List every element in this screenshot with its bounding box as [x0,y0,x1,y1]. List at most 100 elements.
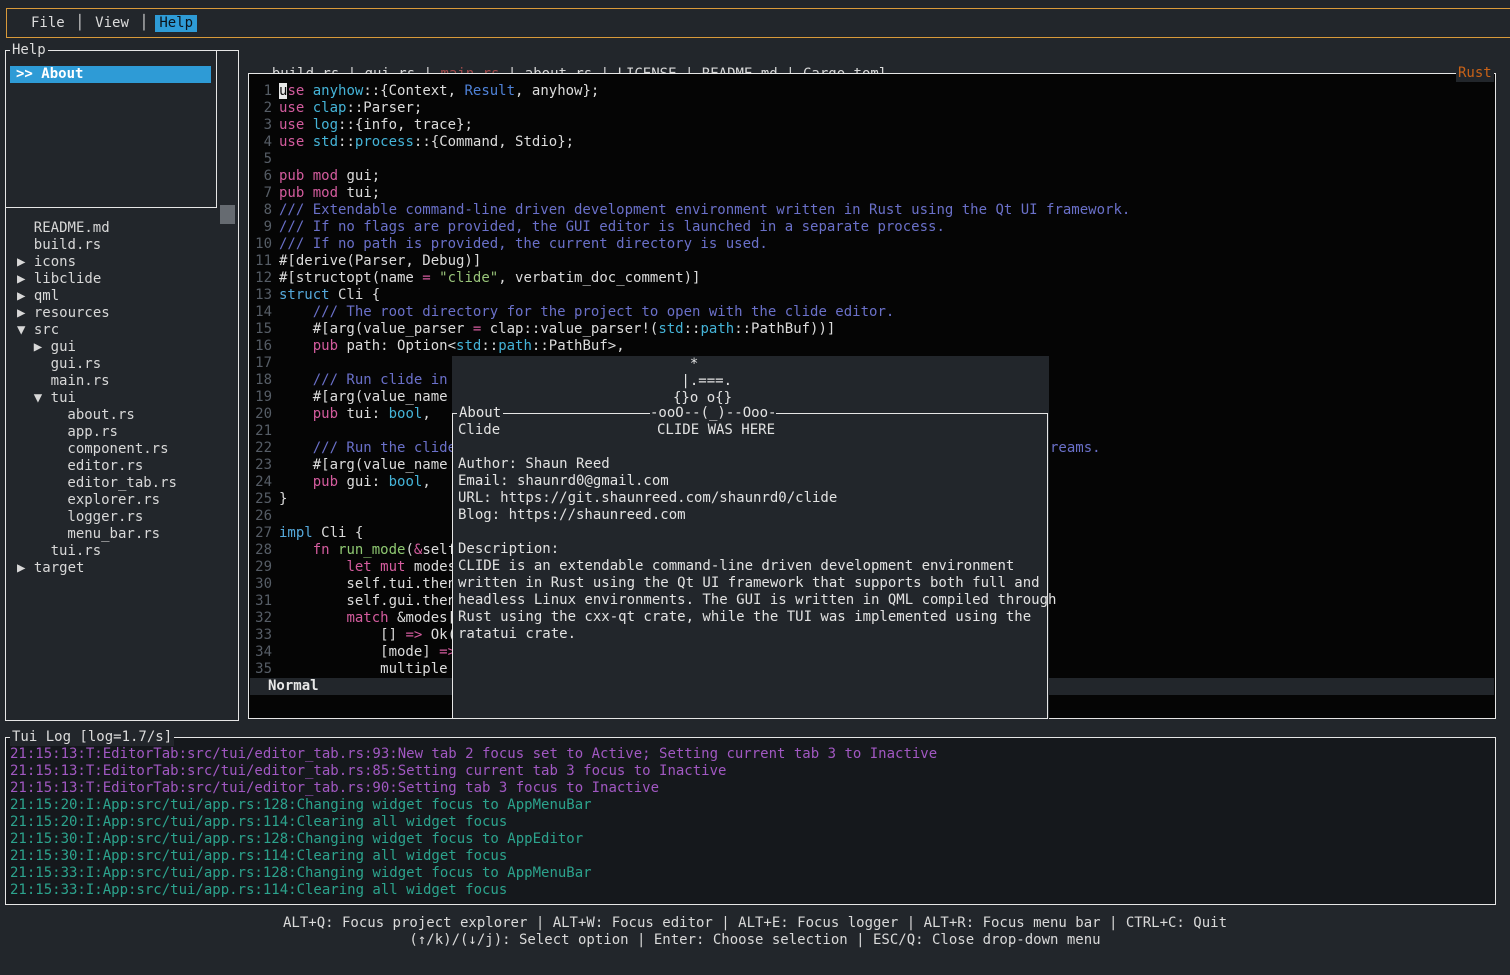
keybind-help-line-2: (↑/k)/(↓/j): Select option | Enter: Choo… [0,932,1510,949]
line-content: [mode] => [279,644,456,661]
tree-item-editor.rs[interactable]: editor.rs [6,458,236,475]
line-number: 8 [249,202,272,219]
tree-item-src[interactable]: ▼ src [6,322,236,339]
log-entry: 21:15:33:I:App:src/tui/app.rs:114:Cleari… [10,882,1493,899]
dropdown-item-about[interactable]: >> About [10,66,211,83]
ascii-art-line: * [673,356,732,373]
line-content: use clap::Parser; [279,100,422,117]
code-line-9[interactable]: 9/// If no flags are provided, the GUI e… [249,219,1494,236]
code-line-16[interactable]: 16 pub path: Option<std::path::PathBuf>, [249,338,1494,355]
line-number: 26 [249,508,272,525]
keybind-help-bar: ALT+Q: Focus project explorer | ALT+W: F… [0,915,1510,949]
tree-item-editor_tab.rs[interactable]: editor_tab.rs [6,475,236,492]
tree-item-app.rs[interactable]: app.rs [6,424,236,441]
line-content: /// If no path is provided, the current … [279,236,768,253]
tree-item-tui.rs[interactable]: tui.rs [6,543,236,560]
code-line-5[interactable]: 5 [249,151,1494,168]
code-line-13[interactable]: 13struct Cli { [249,287,1494,304]
menu-item-view[interactable]: View [91,15,133,32]
menu-bar: File│View│Help [6,8,1510,38]
code-line-8[interactable]: 8/// Extendable command-line driven deve… [249,202,1494,219]
tree-item-gui[interactable]: ▶ gui [6,339,236,356]
line-number: 7 [249,185,272,202]
tree-item-component.rs[interactable]: component.rs [6,441,236,458]
tui-log-title: Tui Log [log=1.7/s] [10,729,174,746]
line-number: 27 [249,525,272,542]
tree-item-about.rs[interactable]: about.rs [6,407,236,424]
code-line-3[interactable]: 3use log::{info, trace}; [249,117,1494,134]
line-number: 25 [249,491,272,508]
about-text-line: Author: Shaun Reed [458,456,1045,473]
menu-items: File│View│Help [27,15,197,32]
tree-item-resources[interactable]: ▶ resources [6,305,236,322]
tui-log-panel: Tui Log [log=1.7/s] 21:15:13:T:EditorTab… [5,737,1496,905]
tree-item-menu_bar.rs[interactable]: menu_bar.rs [6,526,236,543]
line-number: 17 [249,355,272,372]
code-line-6[interactable]: 6pub mod gui; [249,168,1494,185]
about-app-name: Clide [458,422,500,439]
menu-item-file[interactable]: File [27,15,69,32]
line-number: 2 [249,100,272,117]
code-line-15[interactable]: 15 #[arg(value_parser = clap::value_pars… [249,321,1494,338]
log-entry: 21:15:13:T:EditorTab:src/tui/editor_tab.… [10,746,1493,763]
code-line-14[interactable]: 14 /// The root directory for the projec… [249,304,1494,321]
line-content: /// The root directory for the project t… [279,304,894,321]
line-content: pub tui: bool, [279,406,431,423]
line-content: #[arg(value_name = [279,389,464,406]
line-content: #[arg(value_parser = clap::value_parser!… [279,321,835,338]
about-tagline: CLIDE WAS HERE [657,422,775,439]
log-entries: 21:15:13:T:EditorTab:src/tui/editor_tab.… [10,746,1493,899]
about-text-line: Blog: https://shaunreed.com [458,507,1045,524]
line-number: 15 [249,321,272,338]
tree-item-qml[interactable]: ▶ qml [6,288,236,305]
code-line-4[interactable]: 4use std::process::{Command, Stdio}; [249,134,1494,151]
tree-item-gui.rs[interactable]: gui.rs [6,356,236,373]
tree-item-target[interactable]: ▶ target [6,560,236,577]
about-text-line: headless Linux environments. The GUI is … [458,592,1045,609]
language-badge: Rust [1456,65,1494,82]
line-content: /// If no flags are provided, the GUI ed… [279,219,945,236]
editor-tab-bar: build.rs | gui.rs | main.rs | about.rs |… [255,49,887,66]
file-tree: README.mdbuild.rs▶ icons▶ libclide▶ qml▶… [6,220,236,577]
menu-item-help[interactable]: Help [155,15,197,32]
line-content: [] => Ok(R [279,627,464,644]
line-number: 5 [249,151,272,168]
line-number: 16 [249,338,272,355]
code-line-2[interactable]: 2 use clap::Parser; [249,100,1494,117]
line-content: use anyhow::{Context, Result, anyhow}; [279,83,599,100]
line-content: #[derive(Parser, Debug)] [279,253,481,270]
log-entry: 21:15:20:I:App:src/tui/app.rs:128:Changi… [10,797,1493,814]
code-line-11[interactable]: 11#[derive(Parser, Debug)] [249,253,1494,270]
about-text-line: ratatui crate. [458,626,1045,643]
line-content: /// Run the clide [279,440,464,457]
line-number: 28 [249,542,272,559]
line-content: #[structopt(name = "clide", verbatim_doc… [279,270,700,287]
explorer-scrollbar-thumb[interactable] [220,205,235,224]
code-line-12[interactable]: 12 #[structopt(name = "clide", verbatim_d… [249,270,1494,287]
tree-item-icons[interactable]: ▶ icons [6,254,236,271]
tree-item-libclide[interactable]: ▶ libclide [6,271,236,288]
about-ascii-art: * |.===.{}o o{} [673,356,732,407]
tree-item-main.rs[interactable]: main.rs [6,373,236,390]
code-line-1[interactable]: 1use anyhow::{Context, Result, anyhow}; [249,83,1494,100]
log-entry: 21:15:30:I:App:src/tui/app.rs:128:Changi… [10,831,1493,848]
line-number: 21 [249,423,272,440]
line-number: 22 [249,440,272,457]
tree-item-logger.rs[interactable]: logger.rs [6,509,236,526]
code-line-10[interactable]: 10/// If no path is provided, the curren… [249,236,1494,253]
menu-separator: │ [76,15,84,32]
tree-item-explorer.rs[interactable]: explorer.rs [6,492,236,509]
line-content: let mut modes [279,559,456,576]
line-number: 20 [249,406,272,423]
line-number: 30 [249,576,272,593]
help-dropdown: Help >> About [5,50,217,208]
tree-item-build.rs[interactable]: build.rs [6,237,236,254]
line-content: pub path: Option<std::path::PathBuf>, [279,338,625,355]
line-number: 13 [249,287,272,304]
tree-item-tui[interactable]: ▼ tui [6,390,236,407]
line-content: } [279,491,287,508]
tree-item-README.md[interactable]: README.md [6,220,236,237]
line-number: 12 [249,270,272,287]
code-line-7[interactable]: 7pub mod tui; [249,185,1494,202]
line-content: fn run_mode(&self) [279,542,464,559]
